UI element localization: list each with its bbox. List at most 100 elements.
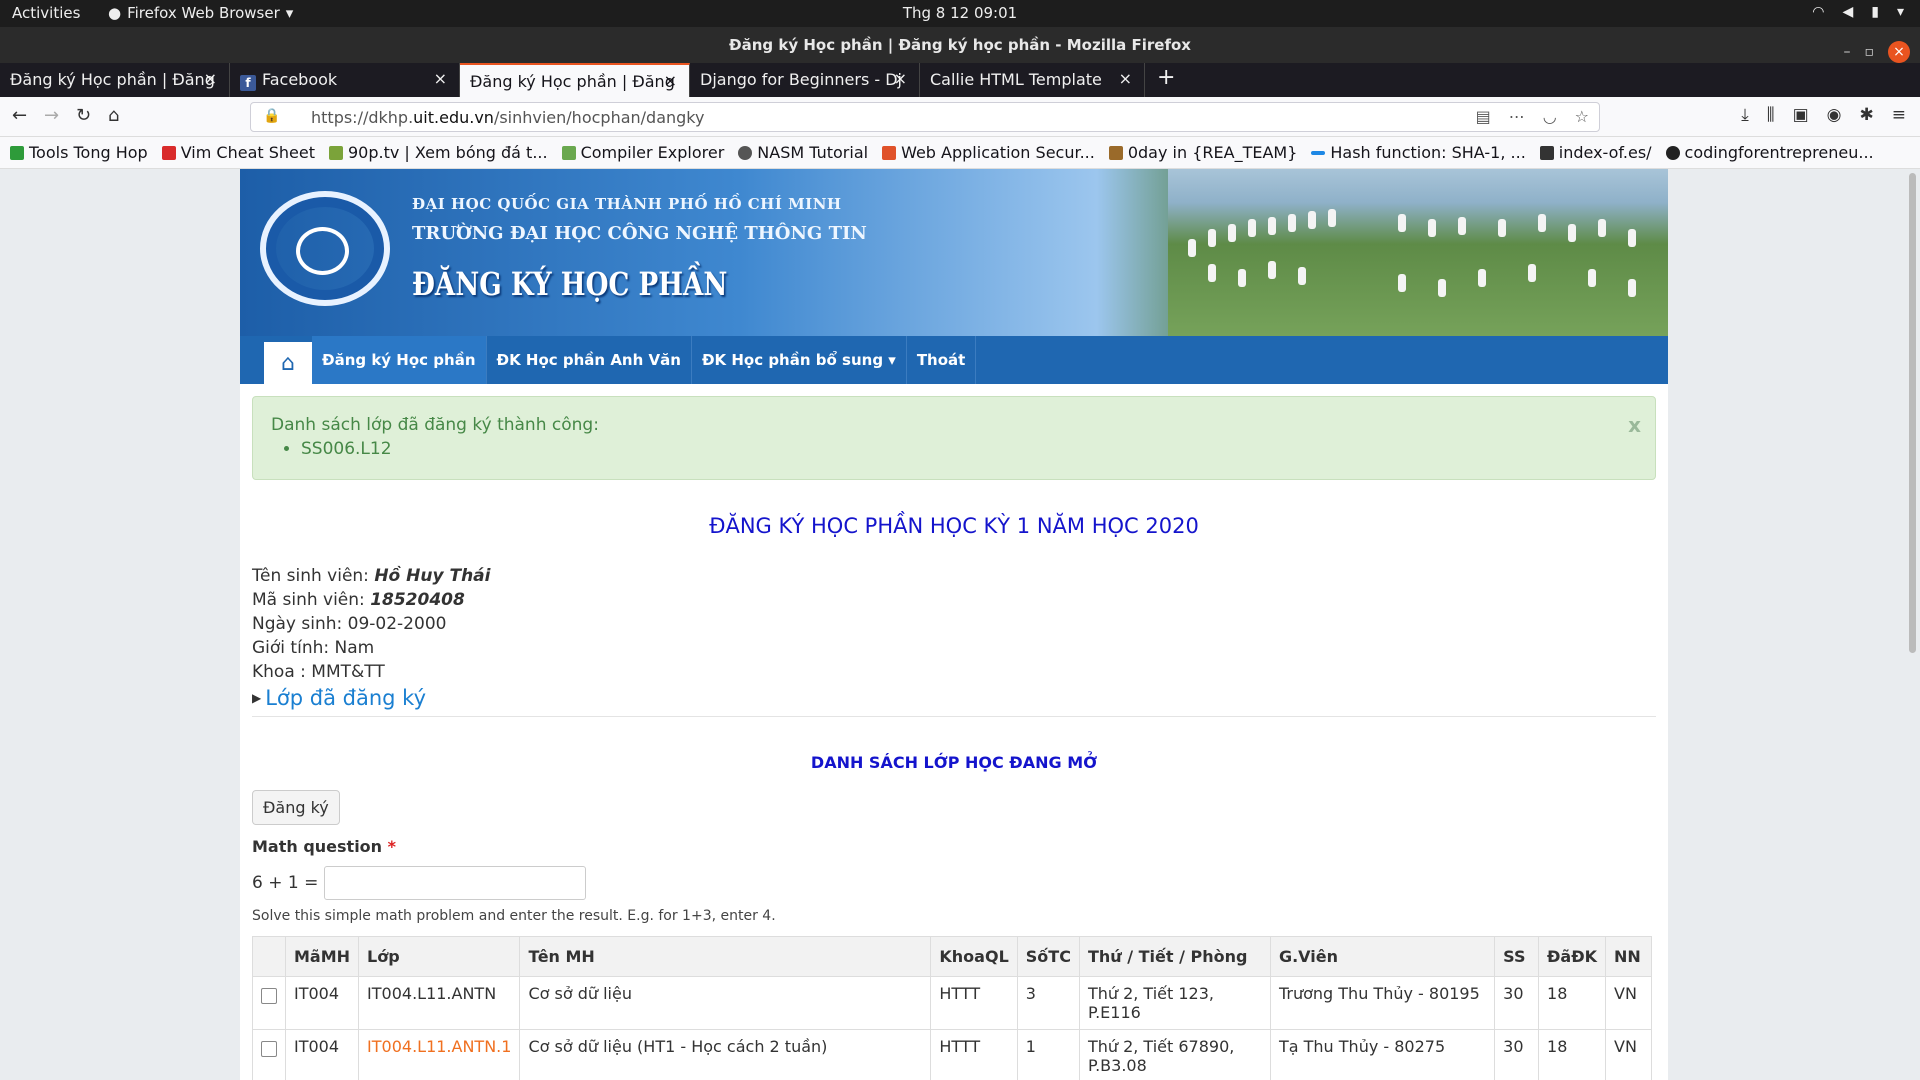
row-checkbox[interactable]: [261, 1041, 277, 1057]
table-cell: 1: [1016, 1029, 1080, 1080]
bookmark-icon: [882, 145, 897, 160]
bookmarks-bar: Tools Tong Hop Vim Cheat Sheet 90p.tv | …: [0, 137, 1920, 169]
tab-dkhp-1[interactable]: Đăng ký Học phần | Đăng ×: [0, 63, 230, 97]
bookmark-nasm-tutorial[interactable]: NASM Tutorial: [738, 142, 868, 163]
banner-line-2: TRƯỜNG ĐẠI HỌC CÔNG NGHỆ THÔNG TIN: [412, 223, 867, 244]
math-answer-input[interactable]: [324, 866, 587, 900]
window-title: Đăng ký Học phần | Đăng ký học phần - Mo…: [729, 36, 1191, 54]
tab-facebook[interactable]: f Facebook ×: [230, 63, 460, 97]
account-icon[interactable]: ◉: [1827, 105, 1842, 125]
student-name-label: Tên sinh viên:: [252, 566, 369, 586]
chevron-down-icon: ▾: [285, 4, 294, 22]
star-icon[interactable]: ☆: [1575, 107, 1589, 126]
clock[interactable]: Thg 8 12 09:01: [903, 4, 1017, 22]
library-icon[interactable]: ⫼: [1767, 105, 1775, 125]
nav-toolbar: ← → ↻ ⌂ 🔒 https://dkhp.uit.edu.vn/sinhvi…: [0, 97, 1920, 137]
math-question: 6 + 1 =: [252, 873, 319, 893]
bookmark-icon: [1311, 150, 1326, 155]
classes-table: MãMH Lớp Tên MH KhoaQL SốTC Thứ / Tiết /…: [252, 936, 1652, 1080]
registered-classes-toggle[interactable]: ▶ Lớp đã đăng ký: [252, 686, 1656, 710]
back-arrow-icon[interactable]: ←: [12, 105, 27, 126]
page-container: ĐẠI HỌC QUỐC GIA THÀNH PHỐ HỒ CHÍ MINH T…: [240, 169, 1668, 1080]
bookmark-hash-function[interactable]: Hash function: SHA-1, ...: [1311, 142, 1526, 163]
bookmark-90p[interactable]: 90p.tv | Xem bóng đá t...: [329, 142, 548, 163]
wifi-icon: ◠: [1812, 4, 1825, 20]
bookmark-index-of[interactable]: index-of.es/: [1539, 142, 1652, 163]
table-cell: IT004.L11.ANTN.1: [358, 1029, 521, 1080]
student-name: Hồ Huy Thái: [374, 566, 491, 586]
table-row: IT004 IT004.L11.ANTN.1 Cơ sở dữ liệu (HT…: [252, 1029, 1652, 1080]
tab-dkhp-active[interactable]: Đăng ký Học phần | Đăng ×: [460, 63, 690, 97]
forward-arrow-icon[interactable]: →: [44, 105, 59, 126]
bookmark-label: 0day in {REA_TEAM}: [1127, 143, 1298, 162]
home-icon[interactable]: ⌂: [264, 342, 312, 384]
column-header: G.Viên: [1269, 936, 1496, 977]
bookmark-tools-tong-hop[interactable]: Tools Tong Hop: [10, 142, 148, 163]
register-button[interactable]: Đăng ký: [252, 790, 340, 825]
banner-title: ĐĂNG KÝ HỌC PHẦN: [412, 265, 728, 303]
table-header-row: MãMH Lớp Tên MH KhoaQL SốTC Thứ / Tiết /…: [252, 936, 1652, 977]
table-cell: Cơ sở dữ liệu: [519, 976, 932, 1030]
tab-bar: Đăng ký Học phần | Đăng × f Facebook × Đă…: [0, 63, 1920, 97]
alert-list: SS006.L12: [301, 439, 1637, 459]
menu-dang-ky-hoc-phan[interactable]: Đăng ký Học phần: [312, 336, 487, 384]
table-cell: VN: [1605, 976, 1652, 1030]
menu-thoat[interactable]: Thoát: [907, 336, 977, 384]
close-alert-icon[interactable]: x: [1628, 413, 1641, 437]
university-logo: [260, 191, 390, 306]
reload-icon[interactable]: ↻: [76, 105, 91, 126]
registered-classes-link[interactable]: Lớp đã đăng ký: [265, 686, 426, 710]
bookmark-vim-cheat-sheet[interactable]: Vim Cheat Sheet: [161, 142, 315, 163]
student-dob: Ngày sinh: 09-02-2000: [252, 614, 447, 634]
page-scrollbar[interactable]: [1909, 173, 1916, 653]
math-hint: Solve this simple math problem and enter…: [252, 908, 776, 924]
tab-django[interactable]: Django for Beginners - Dj ×: [690, 63, 920, 97]
close-window-button[interactable]: ×: [1888, 41, 1910, 63]
caret-right-icon: ▶: [252, 691, 262, 705]
pocket-icon[interactable]: ◡: [1543, 107, 1557, 126]
page-title: ĐĂNG KÝ HỌC PHẦN HỌC KỲ 1 NĂM HỌC 2020: [709, 514, 1199, 538]
table-cell: IT004: [284, 976, 360, 1030]
column-header: Tên MH: [519, 936, 932, 977]
sidebar-icon[interactable]: ▣: [1793, 105, 1809, 125]
reader-view-icon[interactable]: ▤: [1476, 107, 1491, 126]
row-checkbox[interactable]: [261, 988, 277, 1004]
table-cell: IT004.L11.ANTN: [358, 976, 521, 1030]
table-cell: 30: [1494, 1029, 1540, 1080]
table-cell: 3: [1016, 976, 1080, 1030]
bookmark-codingforentrepreneurs[interactable]: codingforentrepreneu...: [1665, 142, 1874, 163]
activities-button[interactable]: Activities: [12, 4, 80, 22]
home-icon[interactable]: ⌂: [108, 105, 119, 126]
download-icon[interactable]: ⤓: [1741, 105, 1749, 125]
tab-label: Đăng ký Học phần | Đăng: [470, 72, 675, 91]
volume-icon: ◀: [1842, 4, 1854, 20]
bookmark-0day[interactable]: 0day in {REA_TEAM}: [1108, 142, 1298, 163]
close-tab-icon[interactable]: ×: [894, 69, 907, 88]
tab-label: Facebook: [262, 70, 338, 89]
lock-icon: 🔒: [263, 108, 281, 124]
app-menu[interactable]: ● Firefox Web Browser ▾: [108, 4, 293, 22]
new-tab-button[interactable]: +: [1145, 63, 1187, 97]
bookmark-icon: [161, 145, 176, 160]
page-viewport: ĐẠI HỌC QUỐC GIA THÀNH PHỐ HỒ CHÍ MINH T…: [0, 169, 1920, 1080]
more-icon[interactable]: ⋯: [1509, 107, 1525, 126]
row-select-cell: [252, 976, 286, 1030]
system-tray[interactable]: ◠ ◀ ▮ ▾: [1812, 4, 1904, 20]
close-tab-icon[interactable]: ×: [204, 69, 217, 88]
column-header-select: [252, 936, 286, 977]
app-menu-label: Firefox Web Browser: [127, 4, 280, 22]
menu-dk-bo-sung[interactable]: ĐK Học phần bổ sung ▾: [692, 336, 907, 384]
extension-icon[interactable]: ✱: [1860, 105, 1874, 125]
bookmark-label: Compiler Explorer: [580, 143, 725, 162]
menu-dk-anh-van[interactable]: ĐK Học phần Anh Văn: [487, 336, 692, 384]
bookmark-web-app-security[interactable]: Web Application Secur...: [882, 142, 1095, 163]
hamburger-menu-icon[interactable]: ≡: [1892, 105, 1906, 125]
tab-callie[interactable]: Callie HTML Template ×: [920, 63, 1145, 97]
close-tab-icon[interactable]: ×: [434, 69, 447, 88]
url-bar[interactable]: 🔒 https://dkhp.uit.edu.vn/sinhvien/hocph…: [250, 102, 1600, 132]
close-tab-icon[interactable]: ×: [1119, 69, 1132, 88]
student-id-row: Mã sinh viên: 18520408: [252, 588, 1656, 612]
close-tab-icon[interactable]: ×: [664, 71, 677, 90]
bookmark-compiler-explorer[interactable]: Compiler Explorer: [561, 142, 725, 163]
url-path: /sinhvien/hocphan/dangky: [493, 108, 705, 127]
